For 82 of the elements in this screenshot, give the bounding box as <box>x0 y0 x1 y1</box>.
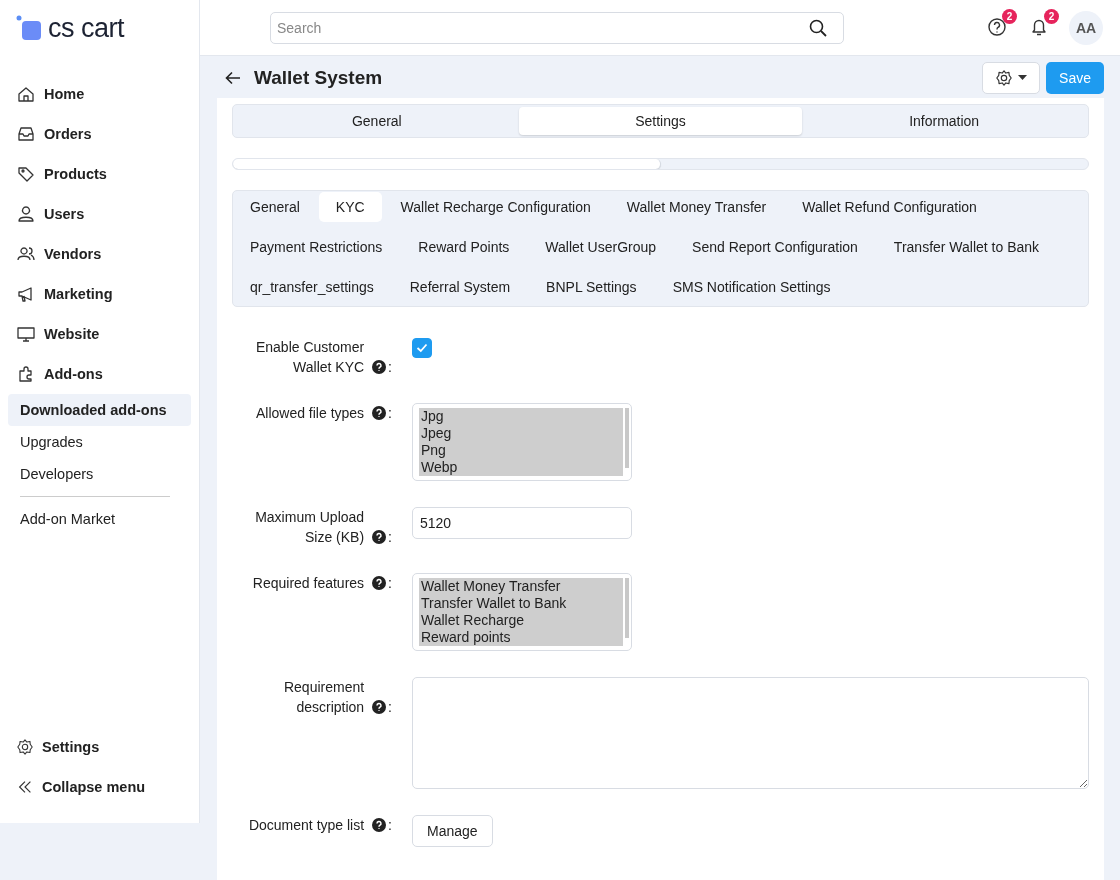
section-tab[interactable]: Wallet Recharge Configuration <box>383 192 608 222</box>
help-icon[interactable] <box>372 360 387 374</box>
field-label: Document type list <box>248 816 365 835</box>
label-colon: : <box>388 698 392 717</box>
scrollbar[interactable] <box>625 578 629 638</box>
sidebar-subitem[interactable]: Downloaded add-ons <box>8 394 191 426</box>
user-avatar[interactable]: AA <box>1069 10 1103 45</box>
label-colon: : <box>388 816 392 835</box>
multi-select-list[interactable]: Wallet Money Transfer Transfer Wallet to Bank Wallet Recharge Reward points <box>412 573 632 651</box>
label-colon: : <box>388 528 392 547</box>
help-icon[interactable] <box>372 576 387 590</box>
back-arrow-icon[interactable] <box>224 69 242 87</box>
notification-badge: 2 <box>1002 8 1017 24</box>
list-option[interactable]: Jpeg <box>419 425 623 442</box>
menu-icon <box>16 164 36 184</box>
field-label: Maximum Upload Size (KB) <box>254 508 365 547</box>
field-label: Requirement description <box>282 678 365 717</box>
field-label: Required features <box>252 574 365 593</box>
sidebar-subitem[interactable]: Developers <box>8 458 191 490</box>
list-option[interactable]: Reward points <box>419 629 623 646</box>
section-tab[interactable]: Send Report Configuration <box>675 232 875 262</box>
list-option[interactable]: Jpg <box>419 408 623 425</box>
list-option[interactable]: Png <box>419 442 623 459</box>
check-icon <box>415 341 429 355</box>
tab[interactable]: General <box>235 107 519 135</box>
sidebar-subitem[interactable]: Add-on Market <box>8 503 191 535</box>
sidebar-subitem[interactable]: Upgrades <box>8 426 191 458</box>
list-option[interactable]: Webp <box>419 459 623 476</box>
help-icon[interactable] <box>372 700 387 714</box>
menu-icon <box>16 124 36 144</box>
search-field[interactable]: Search <box>270 11 844 44</box>
help-icon[interactable] <box>372 406 387 420</box>
sidebar-item[interactable]: Users <box>8 194 191 234</box>
label-colon: : <box>388 404 392 423</box>
section-tab[interactable]: Wallet Money Transfer <box>609 192 784 222</box>
menu-icon <box>16 324 36 344</box>
scrollbar[interactable] <box>625 408 629 468</box>
sidebar-item[interactable]: Settings <box>8 727 191 767</box>
brand-name: cs cart <box>48 12 124 44</box>
field-label: Enable Customer Wallet KYC <box>254 338 365 377</box>
checkbox[interactable] <box>412 338 432 358</box>
field-label: Allowed file types <box>255 404 365 423</box>
gear-icon <box>995 69 1014 87</box>
sidebar-item[interactable]: Products <box>8 154 191 194</box>
manage-button[interactable]: Manage <box>412 815 493 847</box>
section-tab[interactable]: Transfer Wallet to Bank <box>876 232 1057 262</box>
search-icon <box>808 17 828 38</box>
section-tab[interactable]: Wallet Refund Configuration <box>785 192 994 222</box>
help-icon[interactable] <box>372 530 387 544</box>
label-colon: : <box>388 574 392 593</box>
section-tab[interactable]: KYC <box>318 192 382 222</box>
section-tab[interactable]: Payment Restrictions <box>233 232 400 262</box>
settings-icon <box>16 738 34 756</box>
notification-badge: 2 <box>1044 8 1059 24</box>
sidebar-item[interactable]: Collapse menu <box>8 767 191 807</box>
menu-icon <box>16 204 36 224</box>
sidebar-item[interactable]: Add-ons <box>8 354 191 394</box>
multi-select-list[interactable]: Jpg Jpeg Png Webp <box>412 403 632 481</box>
section-tab[interactable]: qr_transfer_settings <box>233 272 391 302</box>
sidebar-item[interactable]: Vendors <box>8 234 191 274</box>
section-tab[interactable]: BNPL Settings <box>529 272 654 302</box>
sidebar-item[interactable]: Marketing <box>8 274 191 314</box>
section-tab[interactable]: Wallet UserGroup <box>528 232 674 262</box>
section-tab[interactable]: SMS Notification Settings <box>655 272 848 302</box>
section-tab[interactable]: Reward Points <box>401 232 527 262</box>
page-title: Wallet System <box>254 67 383 89</box>
sidebar-item[interactable]: Orders <box>8 114 191 154</box>
help-icon[interactable] <box>372 818 387 832</box>
settings-dropdown-button[interactable] <box>982 62 1041 94</box>
section-tab[interactable]: Referral System <box>392 272 528 302</box>
tab[interactable]: Information <box>802 107 1086 135</box>
label-colon: : <box>388 358 392 377</box>
section-tab[interactable]: General <box>233 192 317 222</box>
list-option[interactable]: Wallet Recharge <box>419 612 623 629</box>
list-option[interactable]: Wallet Money Transfer <box>419 578 623 595</box>
sidebar-item[interactable]: Home <box>8 74 191 114</box>
caret-icon <box>1018 75 1028 81</box>
logo-icon <box>16 15 42 41</box>
tab[interactable]: Settings <box>518 107 803 135</box>
sidebar-item[interactable]: Website <box>8 314 191 354</box>
list-option[interactable]: Transfer Wallet to Bank <box>419 595 623 612</box>
input-field[interactable]: 5120 <box>412 507 632 539</box>
